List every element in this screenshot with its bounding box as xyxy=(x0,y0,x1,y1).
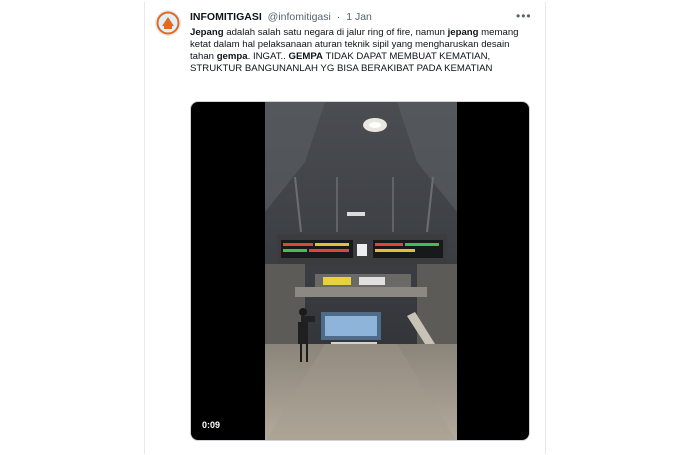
video-duration: 0:09 xyxy=(199,419,224,431)
tweet-date[interactable]: 1 Jan xyxy=(346,11,372,23)
separator: · xyxy=(336,11,341,23)
logo-icon xyxy=(155,10,181,36)
tweet-text-segment: Jepang xyxy=(190,27,224,38)
avatar[interactable] xyxy=(155,10,181,36)
tweet-text-segment: GEMPA xyxy=(288,51,323,62)
author-handle[interactable]: @infomitigasi xyxy=(268,11,331,23)
tweet-text-segment: adalah salah satu negara di jalur ring o… xyxy=(223,27,448,38)
more-options-button[interactable]: ••• xyxy=(516,9,532,23)
tweet-header: INFOMITIGASI @infomitigasi · 1 Jan xyxy=(190,11,372,23)
tweet-text-segment: jepang xyxy=(447,27,479,38)
video-player[interactable]: 0:09 xyxy=(190,101,530,441)
tweet-text: Jepang adalah salah satu negara di jalur… xyxy=(190,27,535,75)
more-horizontal-icon: ••• xyxy=(516,9,532,23)
tweet-text-segment: gempa xyxy=(216,51,248,62)
video-frame xyxy=(265,102,457,440)
author-name[interactable]: INFOMITIGASI xyxy=(190,11,262,23)
tweet-text-segment: . INGAT.. xyxy=(247,51,289,62)
